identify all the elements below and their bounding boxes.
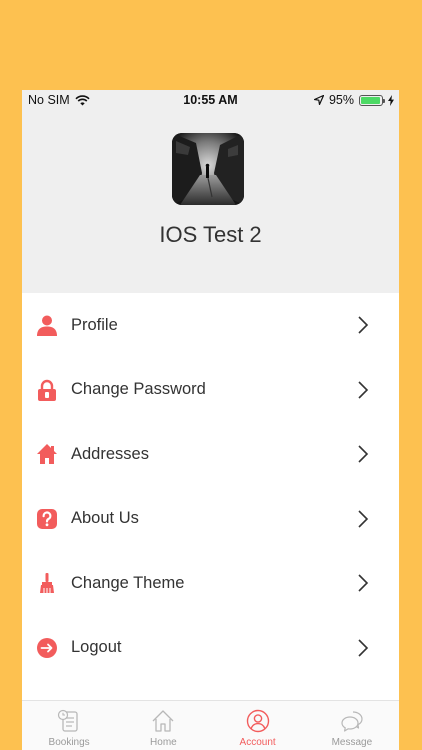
- tab-label: Bookings: [48, 737, 90, 748]
- tab-message[interactable]: Message: [305, 701, 399, 750]
- person-icon: [35, 313, 59, 337]
- status-right: 95%: [313, 93, 394, 107]
- battery-tip: [383, 98, 385, 103]
- menu-item-change-password[interactable]: Change Password: [22, 358, 399, 423]
- question-icon: [35, 507, 59, 531]
- chevron-right-icon: [358, 574, 369, 592]
- chevron-right-icon: [358, 380, 369, 399]
- chevron-right-icon: [358, 638, 369, 657]
- profile-header: IOS Test 2: [22, 110, 399, 293]
- tab-account[interactable]: Account: [211, 701, 305, 750]
- battery-percent: 95%: [328, 93, 354, 107]
- chevron-right-icon: [358, 316, 369, 334]
- menu-item-label: Profile: [71, 315, 118, 334]
- charging-bolt-icon: [388, 94, 394, 106]
- status-bar: No SIM 10:55 AM 95%: [22, 90, 399, 110]
- battery-icon: [359, 94, 385, 106]
- menu-item-label: Change Password: [71, 380, 206, 399]
- account-icon: [245, 708, 271, 734]
- avatar[interactable]: [172, 133, 244, 205]
- chevron-right-icon: [358, 445, 369, 463]
- account-menu: Profile Change Password Addresses About …: [22, 293, 399, 680]
- tab-bar: Bookings Home Account Message: [22, 700, 399, 750]
- message-icon: [339, 708, 365, 734]
- avatar-photo: [172, 133, 244, 205]
- tab-label: Account: [239, 737, 276, 748]
- menu-item-addresses[interactable]: Addresses: [22, 422, 399, 487]
- menu-item-label: Addresses: [71, 444, 149, 463]
- brush-icon: [35, 571, 59, 595]
- menu-item-label: Change Theme: [71, 573, 185, 592]
- menu-item-logout[interactable]: Logout: [22, 616, 399, 681]
- menu-item-profile[interactable]: Profile: [22, 293, 399, 358]
- tab-bookings[interactable]: Bookings: [22, 701, 116, 750]
- chevron-right-icon: [358, 509, 369, 528]
- tab-label: Message: [331, 737, 373, 748]
- menu-item-label: Logout: [71, 638, 122, 657]
- home-icon: [150, 708, 176, 734]
- logout-icon: [35, 636, 59, 660]
- user-name: IOS Test 2: [159, 222, 262, 247]
- menu-item-label: About Us: [71, 509, 139, 528]
- tab-label: Home: [150, 737, 177, 748]
- battery-level-fill: [361, 96, 380, 104]
- location-arrow-icon: [313, 95, 324, 105]
- tab-home[interactable]: Home: [116, 701, 210, 750]
- bookings-icon: [56, 708, 82, 734]
- menu-item-about-us[interactable]: About Us: [22, 487, 399, 552]
- home-icon: [35, 442, 59, 466]
- menu-item-change-theme[interactable]: Change Theme: [22, 551, 399, 616]
- lock-icon: [35, 378, 59, 402]
- app-screen: No SIM 10:55 AM 95% IOS Test 2 Profile C…: [22, 90, 399, 750]
